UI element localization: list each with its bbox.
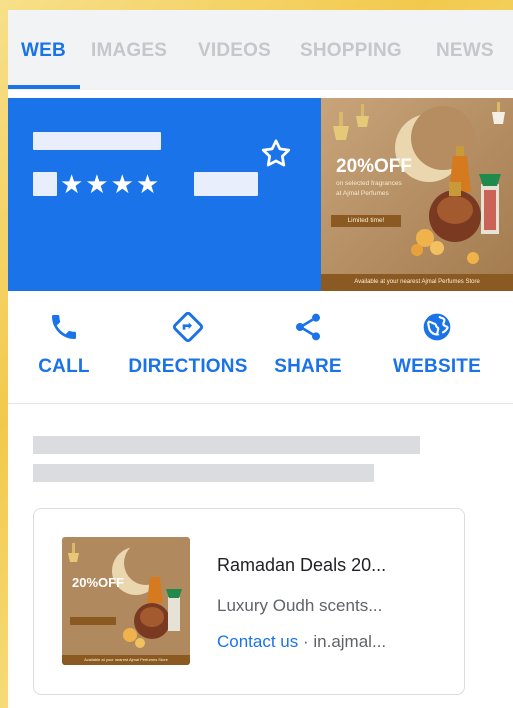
- business-header: ★★★★ 20%OFF on selected fragrances at Aj…: [8, 98, 513, 291]
- share-button[interactable]: SHARE: [238, 311, 378, 378]
- star-outline-icon[interactable]: [258, 136, 294, 172]
- text-placeholder-line: [33, 464, 374, 482]
- promo-footer: Available at your nearest Ajmal Perfumes…: [321, 274, 513, 291]
- rating-stars: ★★★★: [60, 169, 162, 199]
- link-separator: ·: [298, 632, 314, 651]
- tab-web[interactable]: WEB: [21, 40, 66, 62]
- directions-button[interactable]: DIRECTIONS: [118, 311, 258, 378]
- review-count-placeholder: [194, 172, 258, 196]
- tab-videos[interactable]: VIDEOS: [198, 40, 271, 62]
- thumbnail-headline: 20%OFF: [72, 575, 125, 590]
- directions-icon: [172, 311, 204, 343]
- result-description: Luxury Oudh scents...: [217, 596, 383, 615]
- rating-value-placeholder: [33, 172, 57, 196]
- contact-link[interactable]: Contact us: [217, 632, 298, 651]
- share-label: SHARE: [274, 356, 342, 377]
- search-tabs: WEB IMAGES VIDEOS SHOPPING NEWS: [8, 10, 513, 90]
- result-link-row: Contact us · in.ajmal...: [217, 632, 386, 652]
- action-bar: CALL DIRECTIONS SHARE WEBSITE: [8, 291, 513, 404]
- result-domain: in.ajmal...: [313, 632, 387, 651]
- result-thumbnail: 20%OFF Available at your nearest Ajmal P…: [62, 537, 190, 665]
- promo-result-card[interactable]: 20%OFF Available at your nearest Ajmal P…: [33, 508, 465, 695]
- website-button[interactable]: WEBSITE: [367, 311, 507, 378]
- promo-button: Limited time!: [331, 215, 401, 227]
- website-label: WEBSITE: [393, 356, 481, 377]
- business-name-placeholder: [33, 132, 161, 150]
- search-result-card: WEB IMAGES VIDEOS SHOPPING NEWS ★★★★ 20%…: [8, 10, 513, 708]
- promo-subtext-1: on selected fragrances: [336, 180, 402, 187]
- phone-icon: [52, 315, 76, 339]
- tab-news[interactable]: NEWS: [436, 40, 494, 62]
- result-title[interactable]: Ramadan Deals 20...: [217, 555, 386, 576]
- globe-icon: [423, 313, 451, 341]
- thumbnail-footer: Available at your nearest Ajmal Perfumes…: [62, 655, 190, 665]
- directions-label: DIRECTIONS: [128, 356, 248, 377]
- call-button[interactable]: CALL: [8, 311, 134, 378]
- active-tab-indicator: [8, 85, 80, 89]
- promo-headline: 20%OFF: [336, 156, 413, 177]
- tab-images[interactable]: IMAGES: [91, 40, 167, 62]
- business-info-panel: ★★★★: [8, 98, 321, 291]
- share-icon: [296, 313, 320, 341]
- call-label: CALL: [38, 356, 90, 377]
- promo-image[interactable]: 20%OFF on selected fragrances at Ajmal P…: [321, 98, 513, 291]
- tab-shopping[interactable]: SHOPPING: [300, 40, 402, 62]
- promo-subtext-2: at Ajmal Perfumes: [336, 190, 389, 197]
- text-placeholder-line: [33, 436, 420, 454]
